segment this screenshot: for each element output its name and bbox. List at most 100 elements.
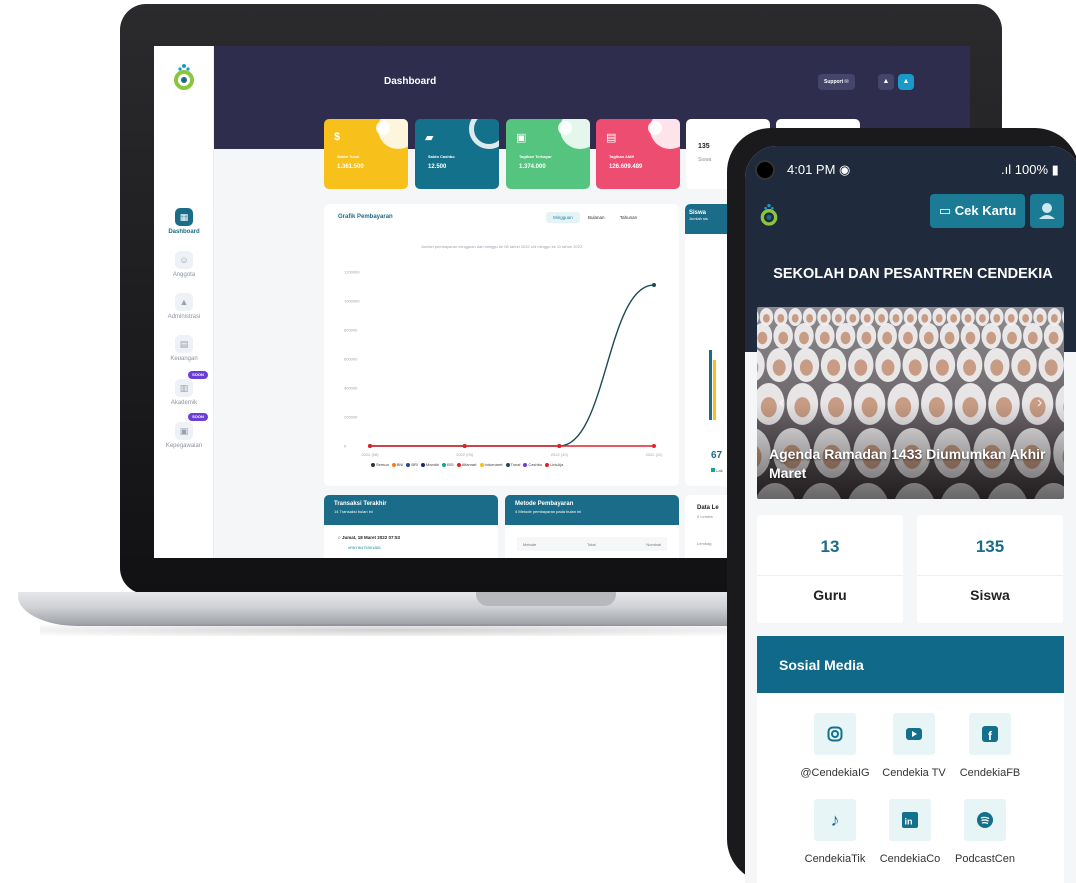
folder-icon: ▣: [516, 132, 527, 144]
col-metode: Metode: [523, 542, 537, 547]
data-point: [462, 444, 467, 448]
legend-swatch: [442, 462, 447, 467]
transaksi-item-date[interactable]: ○ Jumat, 18 Maret 2022 07:53: [338, 535, 400, 540]
user-button[interactable]: [1030, 194, 1064, 228]
soon-badge: SOON: [188, 413, 208, 421]
legend-label: LinkAja: [550, 462, 564, 467]
svg-text:‹: ‹: [779, 394, 784, 411]
support-button[interactable]: Support ✉: [818, 74, 855, 90]
transaksi-date-text: Jumat, 18 Maret 2022 07:53: [341, 535, 401, 540]
series-line-tunai: [369, 284, 655, 447]
chart-card: Grafik Pembayaran Mingguan Bulanan Tahun…: [324, 204, 679, 486]
x-tick-label: 2022 (09): [456, 452, 474, 457]
sidebar-item-dashboard[interactable]: ▦ Dashboard: [154, 208, 214, 235]
stat-card-siswa[interactable]: 135 Siswa: [917, 515, 1063, 623]
metode-table-header: Metode Total Nominal: [517, 537, 667, 551]
cendekia-logo: [760, 204, 778, 226]
stat-label: Siswa: [970, 587, 1010, 603]
profile-button[interactable]: ▲: [898, 74, 914, 90]
soon-badge: SOON: [188, 371, 208, 379]
legend-label: Semua: [376, 462, 389, 467]
sidebar-item-label: Keuangan: [170, 356, 198, 362]
y-tick-label: 800000: [344, 328, 358, 333]
data-point: [557, 444, 562, 448]
laptop-shadow: [40, 624, 740, 636]
legend-swatch: [421, 462, 426, 467]
legend-label: BSI: [447, 462, 454, 467]
tab-mingguan[interactable]: Mingguan: [546, 212, 580, 223]
user-icon: ▲: [902, 78, 910, 85]
stat-card-tagihan-aktif[interactable]: ▤ Tagihan Aktif 126.609.489: [596, 119, 680, 189]
stat-card-saldo-tunai[interactable]: $ Saldo Tunai 1.361.500: [324, 119, 408, 189]
stat-value: 1.374.000: [519, 164, 546, 170]
stat-value: 126.609.489: [609, 164, 643, 170]
phone-status-bar: 4:01 PM ◉ .ıl 100% ▮: [745, 146, 1076, 194]
scene: ▦ Dashboard ☺ Anggota ▲ Administrasi ▤ K…: [0, 0, 1076, 883]
y-tick-label: 600000: [344, 357, 358, 362]
document-icon: ▤: [606, 132, 617, 144]
legend-swatch: [505, 462, 510, 467]
col-nominal: Nominal: [646, 542, 661, 547]
x-tick-label: 2022 (11): [646, 452, 663, 457]
decor-circle: [558, 121, 572, 135]
legend-swatch: [711, 468, 715, 472]
tab-tahunan[interactable]: Tahunan: [613, 212, 644, 223]
sidebar-item-anggota[interactable]: ☺ Anggota: [154, 251, 214, 278]
signal-icon: .ıl: [1001, 162, 1012, 177]
bar-mark: [709, 350, 712, 420]
stat-card-saldo-cashbo[interactable]: ▰ Saldo Cashbo 12.500: [415, 119, 499, 189]
stat-label: Siswa: [698, 157, 712, 163]
sidebar-item-akademik[interactable]: ▥ Akademik: [154, 379, 214, 406]
time-text: 4:01 PM: [787, 162, 836, 177]
stat-label: Guru: [813, 587, 847, 603]
metode-header: Metode Pembayaran 4 Metode pembayaran pa…: [505, 495, 679, 525]
stat-label: Saldo Cashbo: [428, 154, 455, 159]
legend-swatch: [545, 462, 550, 467]
news-card[interactable]: ‹ › Agenda Ramadan 1433 Diumumkan Akhir …: [757, 307, 1064, 499]
sidebar-item-label: Dashboard: [168, 229, 200, 235]
legend-label: BRI: [411, 462, 419, 467]
siswa-total: 67: [711, 450, 723, 461]
social-facebook[interactable]: f CendekiaFB: [945, 713, 1035, 779]
chart-subtitle: Jumlah pembayaran mingguan dari minggu k…: [420, 244, 583, 249]
decor-ring: [469, 119, 499, 149]
legend-swatch: [479, 462, 484, 467]
bar-mark: [713, 360, 716, 420]
linkedin-icon: in: [889, 799, 931, 841]
social-label: @CendekiaIG: [800, 767, 870, 779]
social-label: CendekiaFB: [959, 767, 1021, 779]
wallet-icon: ▤: [175, 335, 193, 353]
transaksi-item-code[interactable]: #PAYI6475901881: [348, 545, 381, 550]
card-icon: ▭: [938, 203, 952, 218]
chart-title: Grafik Pembayaran: [338, 214, 393, 220]
stat-label: Saldo Tunai: [337, 154, 360, 159]
stat-card-tagihan-terbayar[interactable]: ▣ Tagihan Terbayar 1.374.000: [506, 119, 590, 189]
legend-swatch: [371, 462, 375, 467]
transaksi-title: Transaksi Terakhir: [334, 501, 387, 507]
facebook-icon: f: [969, 713, 1011, 755]
stat-card-guru[interactable]: 13 Guru: [757, 515, 903, 623]
legend-label: Cashbo: [528, 462, 543, 467]
sidebar-item-administrasi[interactable]: ▲ Administrasi: [154, 293, 214, 320]
tab-bulanan[interactable]: Bulanan: [581, 212, 612, 223]
cek-kartu-button[interactable]: ▭ Cek Kartu: [930, 194, 1025, 228]
news-caption: Agenda Ramadan 1433 Diumumkan Akhir Mare…: [769, 446, 1046, 481]
divider: [757, 575, 903, 576]
stat-value: 13: [820, 537, 840, 556]
status-time: 4:01 PM ◉: [787, 162, 851, 177]
legend-swatch: [391, 462, 396, 467]
sidebar-item-keuangan[interactable]: ▤ Keuangan: [154, 335, 214, 362]
social-instagram[interactable]: @CendekiaIG: [790, 713, 880, 779]
y-tick-label: 0: [344, 444, 347, 449]
cendekia-logo: [174, 64, 194, 90]
lembaga-subtitle: 0 Lemba: [697, 514, 713, 519]
x-tick-label: 2022 (10): [551, 452, 569, 457]
battery-icon: ▮: [1051, 162, 1059, 177]
laptop-base: [18, 592, 778, 626]
front-camera: [755, 160, 775, 180]
social-spotify[interactable]: PodcastCen: [940, 799, 1030, 865]
notification-button[interactable]: ▲: [878, 74, 894, 90]
sidebar-item-kepegawaian[interactable]: ▣ Kepegawaian: [154, 422, 214, 449]
divider: [917, 575, 1063, 576]
grid-icon: ▦: [175, 208, 193, 226]
